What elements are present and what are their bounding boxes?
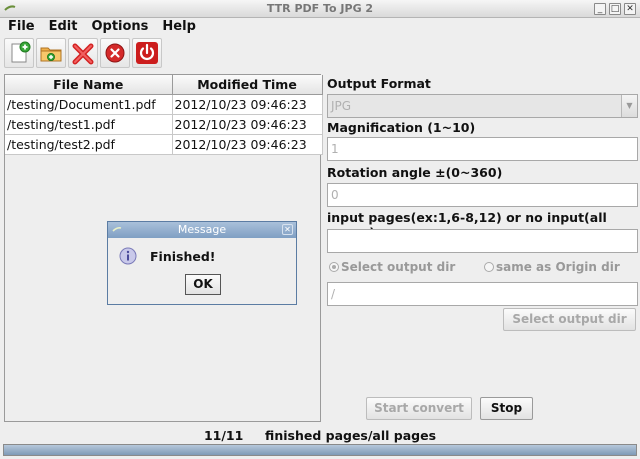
remove-button[interactable] — [68, 38, 98, 68]
dialog-message: Finished! — [150, 249, 216, 264]
status-text: 11/11 finished pages/all pages — [203, 428, 437, 443]
radio-select-output-dir[interactable]: Select output dir — [329, 260, 455, 274]
table-row[interactable]: /testing/test2.pdf 2012/10/23 09:46:23 — [5, 134, 323, 155]
file-table: File Name Modified Time /testing/Documen… — [5, 75, 323, 155]
output-dir-radio-group: Select output dir same as Origin dir — [327, 260, 638, 276]
close-window-button[interactable]: ✕ — [624, 3, 636, 15]
select-output-dir-button[interactable]: Select output dir — [503, 308, 636, 331]
chevron-down-icon: ▼ — [621, 95, 637, 117]
progress-fill — [4, 445, 636, 455]
output-format-select[interactable]: JPG ▼ — [327, 94, 638, 118]
title-bar: TTR PDF To JPG 2 _ □ ✕ — [0, 0, 640, 18]
add-file-button[interactable] — [4, 38, 34, 68]
menu-help[interactable]: Help — [154, 18, 201, 36]
magnification-input[interactable]: 1 — [327, 137, 638, 161]
exit-button[interactable] — [132, 38, 162, 68]
output-dir-input[interactable]: / — [327, 282, 638, 306]
menu-options[interactable]: Options — [83, 18, 154, 36]
radio-unselected-icon — [484, 262, 494, 272]
output-format-value: JPG — [331, 99, 352, 113]
clear-button[interactable] — [100, 38, 130, 68]
file-name-cell: /testing/test2.pdf — [5, 134, 173, 155]
radio-same-as-origin[interactable]: same as Origin dir — [484, 260, 620, 274]
info-icon — [119, 247, 137, 265]
power-icon — [136, 42, 158, 64]
menu-bar: File Edit Options Help — [0, 18, 640, 36]
toolbar — [4, 38, 162, 68]
file-name-cell: /testing/Document1.pdf — [5, 94, 173, 115]
file-name-cell: /testing/test1.pdf — [5, 114, 173, 135]
modified-time-cell: 2012/10/23 09:46:23 — [172, 114, 323, 135]
menu-file[interactable]: File — [0, 18, 41, 36]
dialog-title-bar: Message ✕ — [108, 222, 296, 238]
maximize-button[interactable]: □ — [609, 3, 621, 15]
rotation-label: Rotation angle ±(0~360) — [327, 165, 503, 180]
dialog-title: Message — [177, 223, 227, 236]
rotation-input[interactable]: 0 — [327, 183, 638, 207]
add-file-icon — [11, 41, 31, 63]
output-format-label: Output Format — [327, 76, 431, 91]
column-header-file-name[interactable]: File Name — [5, 75, 173, 95]
message-dialog: Message ✕ Finished! OK — [107, 221, 297, 305]
modified-time-cell: 2012/10/23 09:46:23 — [172, 134, 323, 155]
add-folder-button[interactable] — [36, 38, 66, 68]
remove-x-icon — [72, 43, 94, 65]
pages-input[interactable] — [327, 229, 638, 253]
table-row[interactable]: /testing/test1.pdf 2012/10/23 09:46:23 — [5, 114, 323, 135]
settings-panel: Output Format JPG ▼ Magnification (1~10)… — [325, 74, 639, 424]
magnification-label: Magnification (1~10) — [327, 120, 476, 135]
radio-selected-icon — [329, 262, 339, 272]
cancel-circle-icon — [105, 43, 125, 63]
table-row[interactable]: /testing/Document1.pdf 2012/10/23 09:46:… — [5, 94, 323, 115]
stop-button[interactable]: Stop — [480, 397, 533, 420]
add-folder-icon — [40, 47, 62, 62]
ok-button[interactable]: OK — [185, 274, 221, 295]
column-header-modified-time[interactable]: Modified Time — [172, 75, 323, 95]
close-icon[interactable]: ✕ — [282, 224, 293, 235]
minimize-button[interactable]: _ — [594, 3, 606, 15]
start-convert-button[interactable]: Start convert — [366, 397, 472, 420]
menu-edit[interactable]: Edit — [41, 18, 84, 36]
window-title: TTR PDF To JPG 2 — [266, 2, 374, 15]
radio-same-origin-label: same as Origin dir — [496, 260, 620, 274]
radio-select-output-label: Select output dir — [341, 260, 456, 274]
progress-bar — [3, 444, 637, 456]
modified-time-cell: 2012/10/23 09:46:23 — [172, 94, 323, 115]
app-icon — [112, 227, 122, 232]
